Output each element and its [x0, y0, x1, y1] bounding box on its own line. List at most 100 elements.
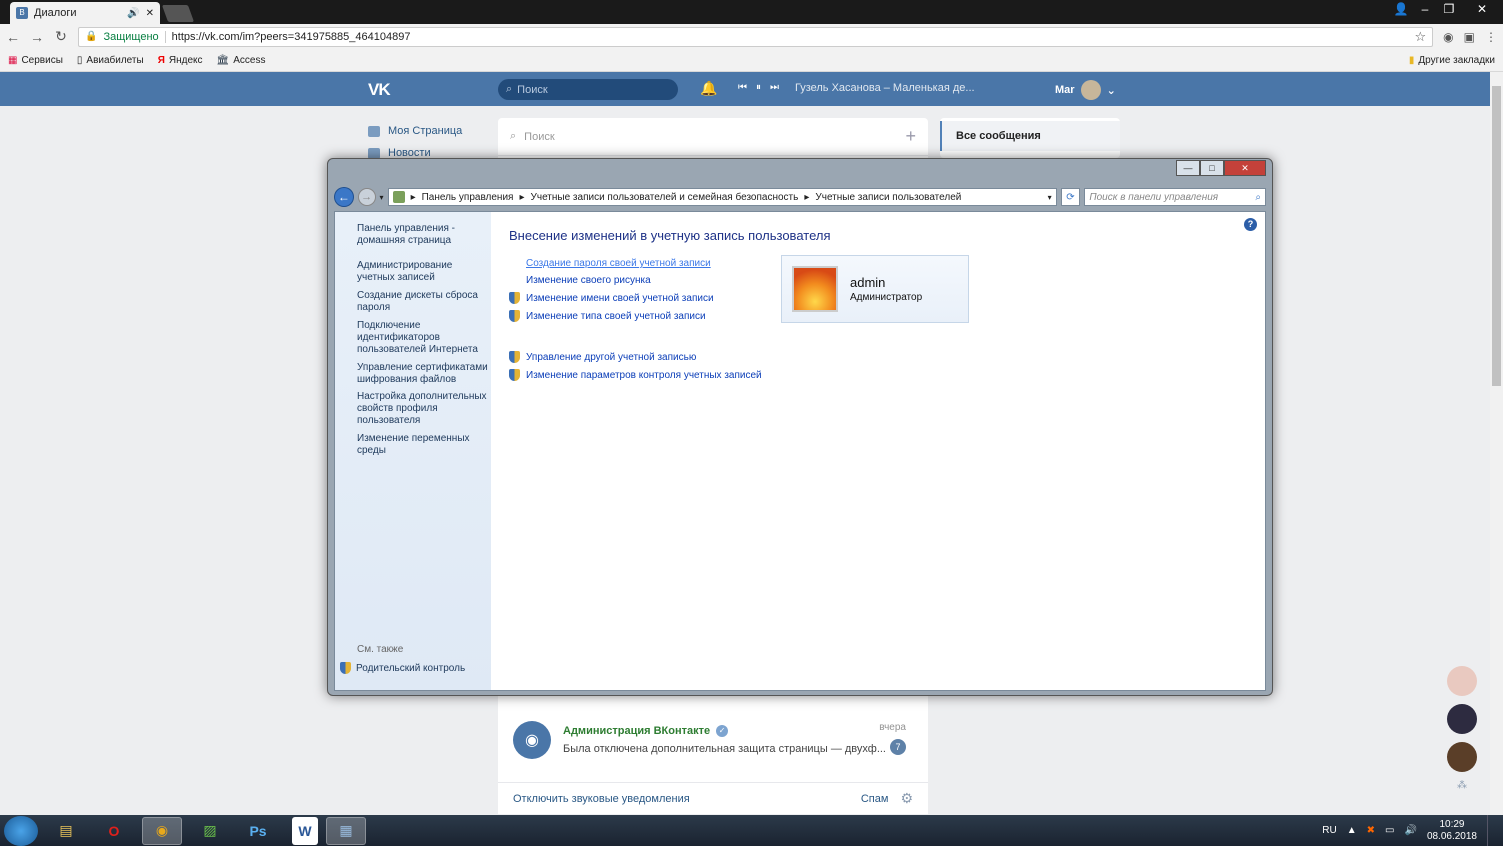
chat-avatar[interactable]	[1447, 666, 1477, 696]
browser-tabstrip: В Диалоги 🔊 ✕ 👤 – ❐ ✕	[0, 0, 1503, 24]
mute-sounds-link[interactable]: Отключить звуковые уведомления	[513, 793, 690, 805]
new-tab-button[interactable]	[161, 5, 195, 22]
tray-expand-icon[interactable]: ▲	[1347, 825, 1357, 836]
pause-icon[interactable]: ⏸	[756, 82, 761, 93]
recent-pages-chevron-icon[interactable]: ▾	[380, 193, 384, 202]
dropdown-icon[interactable]: ▾	[1048, 193, 1052, 202]
menu-item-my-page[interactable]: Моя Страница	[368, 120, 462, 142]
back-icon[interactable]: ←	[6, 29, 20, 45]
network-icon[interactable]: ▭	[1385, 825, 1394, 836]
breadcrumb-item[interactable]: Учетные записи пользователей и семейная …	[531, 192, 799, 203]
task-manage-other-account[interactable]: Управление другой учетной записью	[509, 351, 696, 363]
bookmark-access[interactable]: 🏛 Access	[217, 55, 266, 66]
control-panel-icon	[392, 191, 405, 203]
profile-icon[interactable]: 👤	[1389, 0, 1413, 18]
sidebar-link-home[interactable]: Панель управления - домашняя страница	[357, 223, 489, 247]
extension-icon[interactable]: ◉	[1443, 30, 1453, 44]
explorer-icon[interactable]: ▤	[46, 817, 86, 845]
photoshop-icon[interactable]: Ps	[238, 817, 278, 845]
url-text[interactable]: https://vk.com/im?peers=341975885_464104…	[172, 31, 1409, 43]
search-icon: ⌕	[506, 83, 513, 95]
bookmark-services[interactable]: ▦ Сервисы	[8, 55, 63, 66]
vk-header: VK ⌕ Поиск 🔔 ⏮ ⏸ ⏭ Гузель Хасанова – Мал…	[0, 72, 1490, 106]
dialogs-footer: Отключить звуковые уведомления Спам ⚙	[498, 782, 928, 814]
bookmark-flights[interactable]: ▯ Авиабилеты	[77, 55, 144, 66]
vk-logo[interactable]: VK	[368, 80, 391, 100]
browser-toolbar: ← → ↻ 🔒 Защищено https://vk.com/im?peers…	[0, 24, 1503, 49]
prev-track-icon[interactable]: ⏮	[738, 82, 747, 93]
sidebar-link-online-ids[interactable]: Подключение идентификаторов пользователе…	[357, 320, 489, 356]
other-bookmarks[interactable]: ▮ Другие закладки	[1409, 55, 1495, 66]
cp-minimize-button[interactable]: —	[1176, 160, 1200, 176]
audio-playing-icon[interactable]: 🔊	[127, 8, 139, 19]
taskbar: ▤ O ◉ ▨ Ps W ▦ RU ▲ ✖ ▭ 🔊 10:29 08.06.20…	[0, 815, 1503, 846]
friends-icon[interactable]: ⁂	[1457, 780, 1467, 791]
breadcrumb-item[interactable]: Панель управления	[422, 192, 514, 203]
sidebar-link-env-vars[interactable]: Изменение переменных среды	[357, 433, 489, 457]
tab-dialogs[interactable]: В Диалоги 🔊 ✕	[10, 2, 160, 24]
task-change-picture[interactable]: Изменение своего рисунка	[509, 275, 651, 286]
breadcrumb-item[interactable]: Учетные записи пользователей	[815, 192, 961, 203]
dialogs-filter-panel: Все сообщения	[940, 118, 1120, 158]
menu-icon[interactable]: ⋮	[1485, 30, 1497, 44]
scrollbar-thumb[interactable]	[1492, 86, 1501, 386]
show-desktop-button[interactable]	[1487, 815, 1497, 846]
reload-icon[interactable]: ↻	[54, 28, 68, 45]
chat-avatar[interactable]	[1447, 742, 1477, 772]
minimize-button[interactable]: –	[1413, 0, 1437, 18]
bell-icon[interactable]: 🔔	[700, 80, 717, 97]
dialogs-search-input[interactable]: ⌕ Поиск +	[498, 118, 928, 156]
control-panel-taskbar-icon[interactable]: ▦	[326, 816, 366, 845]
volume-icon[interactable]: 🔊	[1404, 825, 1416, 836]
window-titlebar[interactable]: — □ ✕	[328, 159, 1272, 185]
close-window-button[interactable]: ✕	[1461, 0, 1503, 18]
chrome-icon[interactable]: ◉	[142, 816, 182, 845]
cp-close-button[interactable]: ✕	[1224, 160, 1266, 176]
forward-icon[interactable]: →	[30, 29, 44, 45]
opera-icon[interactable]: O	[94, 817, 134, 845]
audio-player-controls: ⏮ ⏸ ⏭	[738, 82, 779, 93]
task-create-password[interactable]: Создание пароля своей учетной записи	[509, 258, 711, 269]
next-track-icon[interactable]: ⏭	[770, 82, 779, 93]
window-controls: 👤 – ❐ ✕	[1389, 0, 1503, 18]
chat-avatar[interactable]	[1447, 704, 1477, 734]
task-uac-settings[interactable]: Изменение параметров контроля учетных за…	[509, 369, 762, 381]
spreadsheet-app-icon[interactable]: ▨	[190, 817, 230, 845]
sidebar-link-admin-accounts[interactable]: Администрирование учетных записей	[357, 260, 489, 284]
page-scrollbar[interactable]	[1490, 72, 1503, 815]
sidebar-link-certificates[interactable]: Управление сертификатами шифрования файл…	[357, 362, 489, 386]
tray-app-icon[interactable]: ✖	[1367, 825, 1375, 836]
cp-maximize-button[interactable]: □	[1200, 160, 1224, 176]
bookmark-star-icon[interactable]: ☆	[1415, 29, 1427, 45]
dialog-row[interactable]: ◉ Администрация ВКонтакте ✓ Была отключен…	[498, 710, 928, 770]
extension-shield-icon[interactable]: ▣	[1464, 30, 1475, 44]
language-indicator[interactable]: RU	[1322, 825, 1336, 836]
filter-all-messages[interactable]: Все сообщения	[940, 121, 1120, 151]
back-icon[interactable]: ←	[334, 187, 354, 207]
breadcrumb[interactable]: ▸ Панель управления ▸ Учетные записи пол…	[387, 188, 1057, 206]
cp-search-input[interactable]: Поиск в панели управления ⌕	[1084, 188, 1266, 206]
clock[interactable]: 10:29 08.06.2018	[1427, 819, 1477, 843]
bookmark-yandex[interactable]: Я Яндекс	[158, 55, 203, 66]
spam-link[interactable]: Спам	[861, 793, 889, 805]
new-dialog-plus-icon[interactable]: +	[905, 126, 916, 147]
tab-close-icon[interactable]: ✕	[146, 8, 154, 19]
help-icon[interactable]: ?	[1244, 218, 1257, 231]
avatar	[1080, 80, 1101, 100]
refresh-icon[interactable]: ⟳	[1060, 188, 1081, 206]
start-button[interactable]	[4, 815, 38, 846]
gear-icon[interactable]: ⚙	[900, 790, 913, 807]
maximize-button[interactable]: ❐	[1437, 0, 1461, 18]
sidebar-link-reset-disk[interactable]: Создание дискеты сброса пароля	[357, 290, 489, 314]
forward-icon[interactable]: →	[357, 188, 376, 206]
address-bar[interactable]: 🔒 Защищено https://vk.com/im?peers=34197…	[78, 26, 1434, 47]
current-track[interactable]: Гузель Хасанова – Маленькая де...	[795, 82, 975, 94]
sidebar-link-profile-properties[interactable]: Настройка дополнительных свойств профиля…	[357, 391, 489, 427]
vk-search-input[interactable]: ⌕ Поиск	[498, 79, 678, 100]
user-menu[interactable]: Mar ⌄	[1055, 80, 1116, 100]
user-picture	[792, 266, 838, 312]
parental-control-link[interactable]: Родительский контроль	[340, 662, 465, 674]
word-icon[interactable]: W	[292, 816, 318, 845]
task-change-name[interactable]: Изменение имени своей учетной записи	[509, 292, 714, 304]
task-change-type[interactable]: Изменение типа своей учетной записи	[509, 310, 706, 322]
